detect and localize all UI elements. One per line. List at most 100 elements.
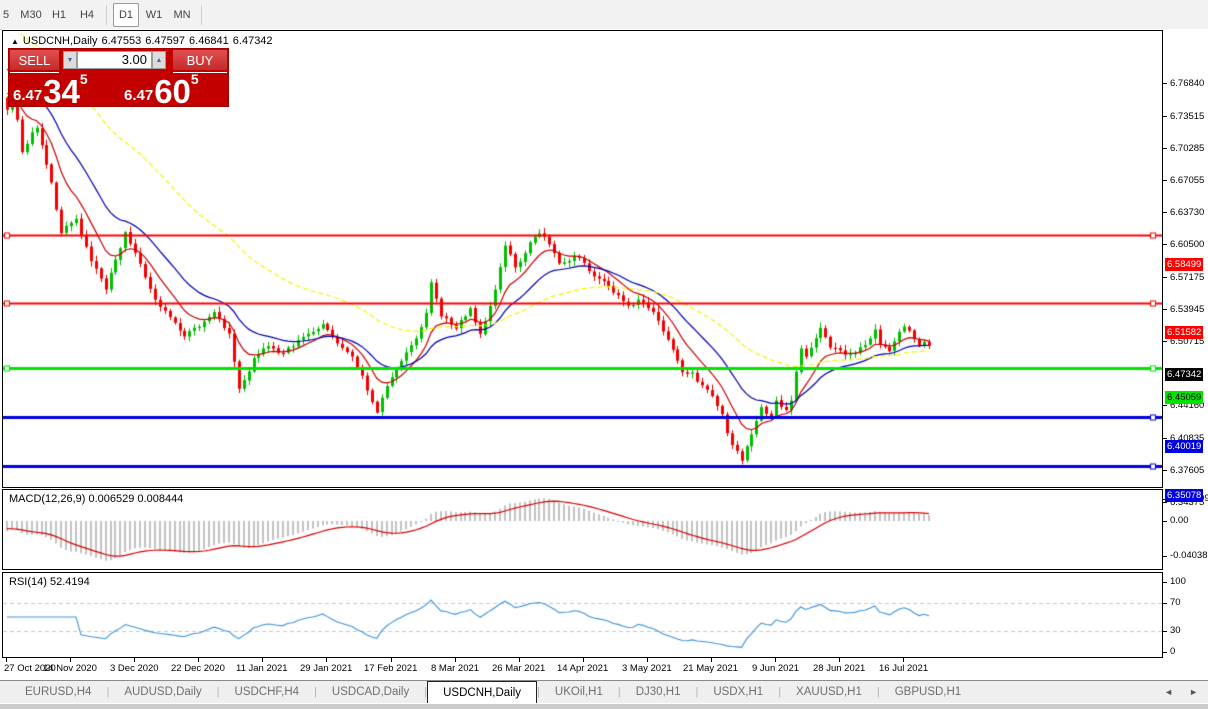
hline-price-label[interactable]: 6.45059 — [1165, 390, 1204, 404]
date-tick-mark — [903, 658, 904, 662]
rsi-axis-label: 100 — [1170, 576, 1186, 587]
tab-gbpusd-h1[interactable]: GBPUSD,H1 — [880, 681, 976, 703]
price-tick-label: 6.73515 — [1170, 110, 1205, 122]
date-tick-label: 3 Dec 2020 — [110, 663, 159, 674]
hline-price-label[interactable]: 6.40019 — [1165, 440, 1204, 454]
timeframe-button-5[interactable]: 5 — [1, 3, 16, 27]
rsi-tick-mark — [1163, 652, 1167, 653]
date-tick-mark — [647, 658, 648, 662]
date-tick-label: 14 Nov 2020 — [43, 663, 97, 674]
chart-region: ▲ USDCNH,Daily 6.47553 6.47597 6.46841 6.4734… — [2, 29, 1208, 687]
price-tick-mark — [1163, 277, 1167, 279]
volume-increase-button[interactable]: ▲ — [152, 51, 166, 69]
price-tick-mark — [1163, 179, 1167, 181]
tab-dj30-h1[interactable]: DJ30,H1 — [621, 681, 696, 703]
price-tick-mark — [1163, 147, 1167, 149]
date-tick-label: 17 Feb 2021 — [364, 663, 418, 674]
tab-scroll-right-icon[interactable]: ► — [1189, 687, 1198, 697]
tab-xauusd-h1[interactable]: XAUUSD,H1 — [781, 681, 877, 703]
price-tick-mark — [1163, 470, 1167, 472]
rsi-header: RSI(14) 52.4194 — [9, 576, 90, 588]
rsi-canvas[interactable] — [3, 573, 1162, 657]
up-arrow-icon: ▲ — [155, 56, 163, 64]
toolbar-separator — [106, 4, 107, 25]
tab-usdx-h1[interactable]: USDX,H1 — [698, 681, 778, 703]
date-tick-mark — [134, 658, 135, 662]
date-tick-mark — [262, 658, 263, 662]
price-tick-label: 6.53945 — [1170, 303, 1205, 315]
sell-button[interactable]: SELL — [10, 50, 59, 70]
date-tick-label: 3 May 2021 — [622, 663, 672, 674]
hline-price-label[interactable]: 6.35078 — [1165, 489, 1204, 503]
timeframe-button-m30[interactable]: M30 — [18, 3, 44, 27]
time-axis[interactable]: 27 Oct 2020 14 Nov 2020 3 Dec 2020 22 Dec 2… — [2, 658, 1163, 680]
timeframe-button-h1[interactable]: H1 — [46, 3, 72, 27]
buy-button[interactable]: BUY — [173, 50, 227, 70]
tab-usdcad-daily[interactable]: USDCAD,Daily — [317, 681, 424, 703]
tab-ukoil-h1[interactable]: UKOil,H1 — [540, 681, 618, 703]
one-click-trading-panel: SELL ▼ 3.00 ▲ BUY 6.47 34 5 6.47 60 5 — [9, 49, 228, 110]
tab-audusd-daily[interactable]: AUDUSD,Daily — [109, 681, 216, 703]
collapse-panel-icon[interactable]: ▲ — [11, 37, 19, 46]
bid-price-button[interactable]: 6.47 34 5 — [13, 71, 117, 110]
date-tick-label: 16 Jul 2021 — [879, 663, 929, 674]
macd-title: MACD(12,26,9) — [9, 493, 86, 505]
timeframe-button-w1[interactable]: W1 — [141, 3, 167, 27]
tab-usdcnh-daily[interactable]: USDCNH,Daily — [427, 681, 538, 703]
volume-decrease-button[interactable]: ▼ — [63, 51, 77, 69]
chart-tab-bar: EURUSD,H4 | AUDUSD,Daily | USDCHF,H4 | USDCAD,… — [0, 680, 1208, 703]
mt4-window: 5 M30 H1 H4 D1 W1 MN ▲ USDCNH,Daily 6.47553 6.475… — [0, 0, 1208, 709]
rsi-indicator-panel[interactable]: RSI(14) 52.4194 — [2, 572, 1163, 658]
price-axis[interactable]: 6.76840 6.73515 6.70285 6.67055 6.63730 6.605… — [1163, 30, 1208, 687]
bid-prefix: 6.47 — [13, 87, 43, 104]
tab-scroll-left-icon[interactable]: ◄ — [1164, 687, 1173, 697]
current-price-label[interactable]: 6.47342 — [1165, 368, 1204, 382]
rsi-title: RSI(14) — [9, 576, 47, 588]
date-tick-label: 22 Dec 2020 — [171, 663, 225, 674]
price-tick-mark — [1163, 244, 1167, 246]
macd-tick-mark — [1163, 521, 1167, 522]
price-tick-label: 6.37605 — [1170, 465, 1205, 477]
macd-axis-label: 0.00 — [1170, 515, 1189, 526]
price-tick-label: 6.57175 — [1170, 272, 1205, 284]
hline-price-label[interactable]: 6.58499 — [1165, 257, 1204, 271]
price-chart-panel[interactable]: ▲ USDCNH,Daily 6.47553 6.47597 6.46841 6.4734… — [2, 30, 1163, 488]
price-tick-label: 6.70285 — [1170, 142, 1205, 154]
price-tick-mark — [1163, 405, 1167, 407]
toolbar-separator — [201, 4, 202, 25]
macd-indicator-panel[interactable]: MACD(12,26,9) 0.006529 0.008444 — [2, 489, 1163, 570]
date-tick-label: 11 Jan 2021 — [236, 663, 288, 674]
date-tick-label: 14 Apr 2021 — [557, 663, 609, 674]
date-tick-mark — [455, 658, 456, 662]
date-tick-mark — [775, 658, 776, 662]
tab-usdchf-h4[interactable]: USDCHF,H4 — [220, 681, 315, 703]
timeframe-button-d1[interactable]: D1 — [113, 2, 139, 27]
price-tick-label: 6.60500 — [1170, 239, 1205, 251]
rsi-axis-label: 30 — [1170, 625, 1181, 636]
rsi-value: 52.4194 — [49, 576, 90, 588]
ohlc-close: 6.47342 — [232, 35, 273, 47]
volume-input[interactable]: 3.00 — [77, 51, 152, 69]
timeframe-button-h4[interactable]: H4 — [74, 3, 100, 27]
timeframe-button-mn[interactable]: MN — [169, 3, 195, 27]
ask-price-button[interactable]: 6.47 60 5 — [124, 72, 228, 108]
price-tick-mark — [1163, 340, 1167, 342]
bid-big-digits: 34 — [43, 72, 80, 110]
price-tick-label: 6.63730 — [1170, 207, 1205, 219]
macd-axis-label: -0.04038 — [1170, 550, 1208, 561]
date-tick-mark — [391, 658, 392, 662]
date-tick-mark — [326, 658, 327, 662]
symbol-ohlc-line: ▲ USDCNH,Daily 6.47553 6.47597 6.46841 6.4734… — [11, 35, 277, 47]
price-tick-mark — [1163, 212, 1167, 214]
price-tick-label: 6.76840 — [1170, 77, 1205, 89]
date-tick-mark — [70, 658, 71, 662]
window-bottom-strip — [0, 703, 1208, 709]
tab-eurusd-h4[interactable]: EURUSD,H4 — [10, 681, 106, 703]
down-arrow-icon: ▼ — [66, 56, 74, 64]
price-tick-mark — [1163, 82, 1167, 84]
date-tick-label: 21 May 2021 — [683, 663, 738, 674]
bid-pipette: 5 — [79, 71, 88, 87]
date-tick-mark — [198, 658, 199, 662]
hline-price-label[interactable]: 6.51582 — [1165, 326, 1204, 340]
timeframe-toolbar: 5 M30 H1 H4 D1 W1 MN — [0, 0, 1208, 30]
